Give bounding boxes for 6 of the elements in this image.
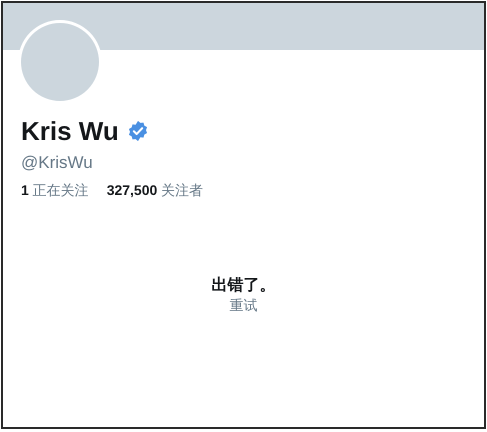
retry-link[interactable]: 重试: [230, 296, 258, 314]
follow-stat-link[interactable]: 327,500 关注者: [106, 181, 204, 199]
profile-name: Kris Wu: [21, 115, 119, 147]
follow-stat-link[interactable]: 1 正在关注: [21, 181, 89, 199]
profile-handle: @KrisWu: [20, 153, 94, 173]
error-message: 出错了。: [212, 276, 276, 296]
